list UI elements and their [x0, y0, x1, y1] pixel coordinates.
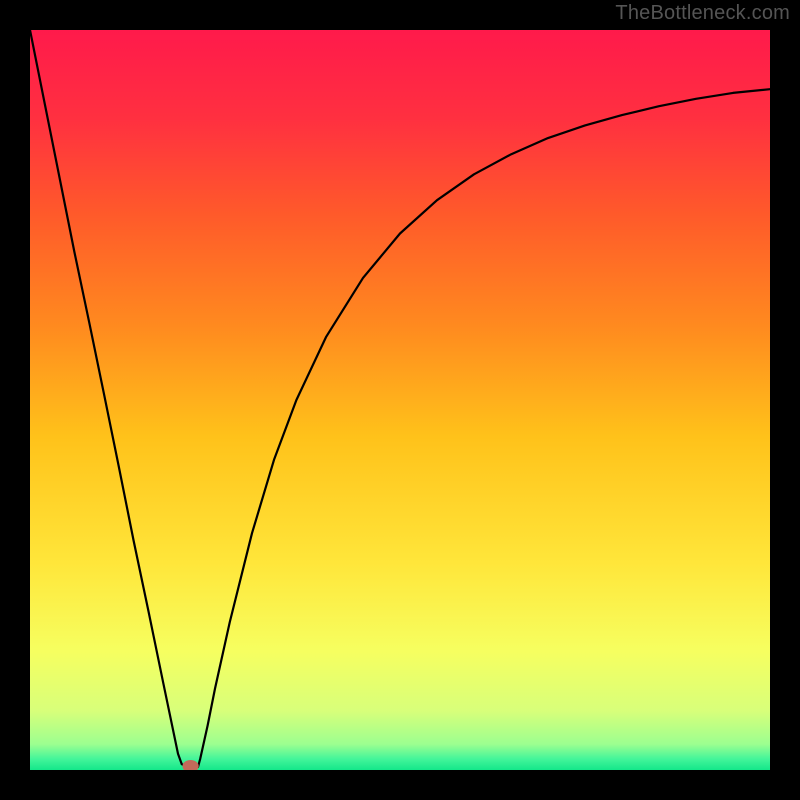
- gradient-rect: [30, 30, 770, 770]
- watermark-text: TheBottleneck.com: [615, 2, 790, 25]
- chart-frame: TheBottleneck.com: [0, 0, 800, 800]
- chart-svg: [30, 30, 770, 770]
- plot-area: [30, 30, 770, 770]
